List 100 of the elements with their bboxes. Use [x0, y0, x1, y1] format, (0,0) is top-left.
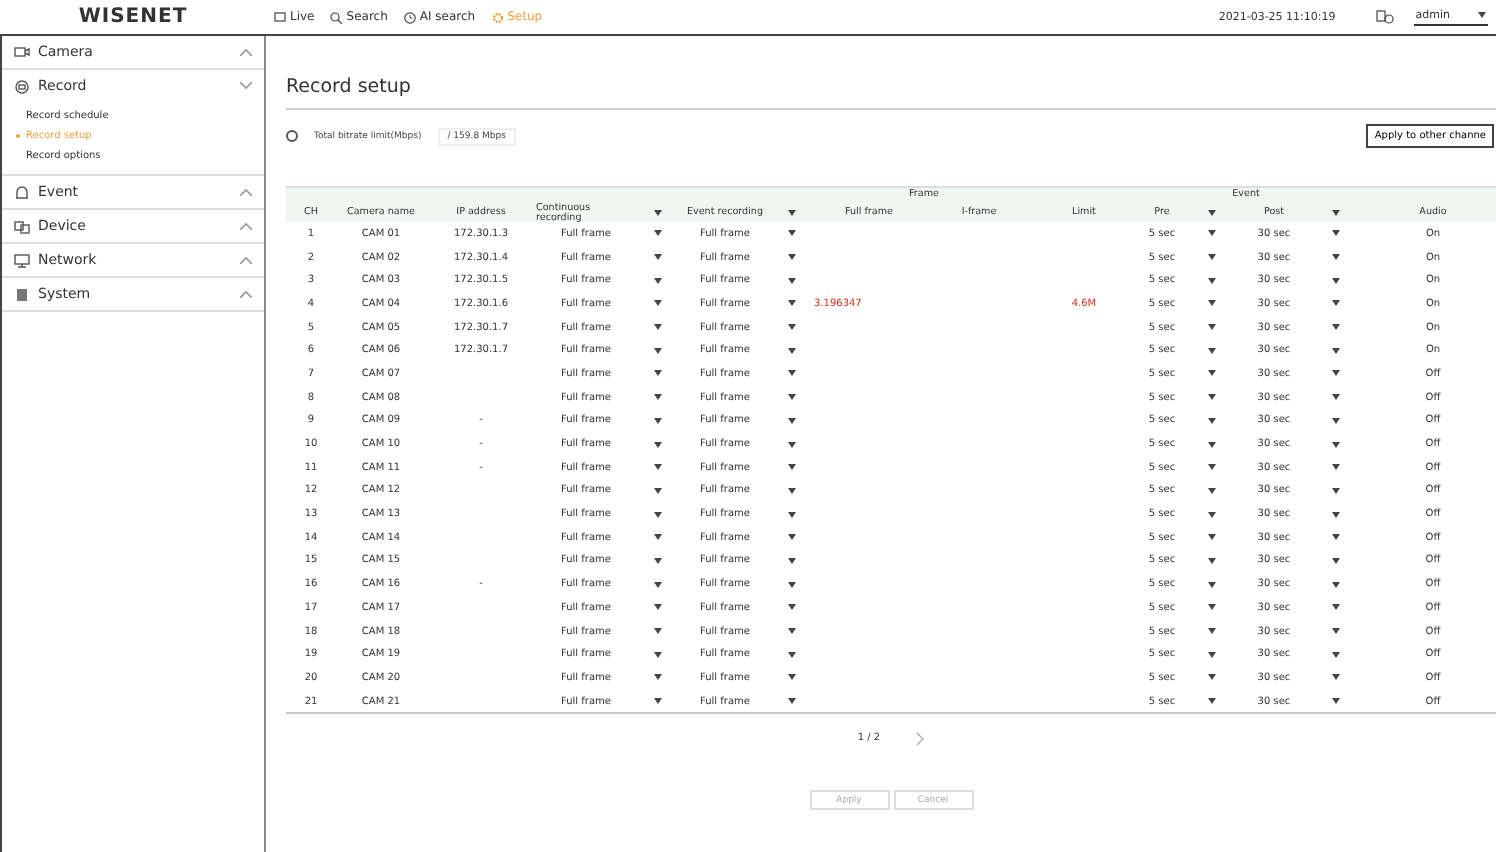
caret-icon [1332, 417, 1340, 424]
caret-icon [1208, 511, 1216, 518]
caret-icon [1208, 534, 1216, 541]
logo: WISENET [76, 6, 190, 28]
caret-icon [1332, 394, 1340, 401]
caret-icon [788, 674, 796, 681]
caret-icon [654, 674, 662, 681]
caret-icon [788, 557, 796, 564]
caret-icon [1332, 464, 1340, 471]
caret-icon [1208, 210, 1216, 216]
caret-icon [1332, 300, 1340, 307]
caret-icon [788, 417, 796, 424]
caret-icon [654, 464, 662, 471]
caret-icon [788, 347, 796, 354]
caret-icon [788, 698, 796, 705]
monitor-icon [274, 11, 286, 23]
page-title: Record setup [286, 36, 1496, 110]
caret-icon [788, 254, 796, 261]
settings-icon [491, 11, 504, 23]
caret-icon [788, 534, 796, 541]
caret-icon [1332, 651, 1340, 658]
caret-icon [788, 651, 796, 658]
caret-icon [654, 347, 662, 354]
caret-icon [1332, 254, 1340, 261]
chevron-icon [240, 222, 252, 230]
caret-icon [654, 487, 662, 494]
clock-icon [403, 11, 416, 23]
caret-icon [788, 604, 796, 611]
caret-icon [788, 511, 796, 518]
caret-icon [1208, 557, 1216, 564]
camera-icon [14, 46, 30, 58]
bell-icon [14, 185, 30, 199]
caret-icon [654, 651, 662, 658]
record-icon [14, 79, 30, 93]
caret-icon [654, 230, 662, 237]
caret-icon [1208, 487, 1216, 494]
caret-icon [1208, 254, 1216, 261]
caret-icon [1208, 370, 1216, 377]
radio-button[interactable] [286, 130, 298, 142]
caret-icon [1208, 698, 1216, 705]
caret-icon [654, 534, 662, 541]
caret-icon [788, 394, 796, 401]
caret-icon [1332, 324, 1340, 331]
caret-icon [1208, 324, 1216, 331]
caret-icon [1208, 277, 1216, 284]
system-icon [14, 287, 30, 301]
caret-icon [1478, 12, 1486, 18]
caret-icon [788, 628, 796, 635]
caret-icon [1208, 581, 1216, 588]
monitor-icon [14, 253, 30, 267]
caret-icon [654, 277, 662, 284]
chevron-icon [240, 290, 252, 298]
caret-icon [1332, 698, 1340, 705]
caret-icon [788, 441, 796, 448]
caret-icon [654, 324, 662, 331]
chevron-icon [240, 82, 252, 90]
caret-icon [1332, 441, 1340, 448]
search-icon [330, 11, 343, 23]
device-icon [14, 219, 30, 233]
caret-icon [1208, 674, 1216, 681]
chevron-icon [240, 188, 252, 196]
caret-icon [654, 557, 662, 564]
caret-icon [788, 300, 796, 307]
caret-icon [654, 511, 662, 518]
caret-icon [788, 230, 796, 237]
caret-icon [654, 441, 662, 448]
chevron-icon [240, 48, 252, 56]
caret-icon [788, 324, 796, 331]
caret-icon [788, 370, 796, 377]
caret-icon [1332, 604, 1340, 611]
caret-icon [1332, 628, 1340, 635]
caret-icon [1332, 370, 1340, 377]
caret-icon [654, 698, 662, 705]
caret-icon [654, 604, 662, 611]
caret-icon [654, 628, 662, 635]
caret-icon [1208, 230, 1216, 237]
caret-icon [654, 370, 662, 377]
caret-icon [1332, 230, 1340, 237]
caret-icon [1208, 394, 1216, 401]
caret-icon [788, 210, 796, 216]
caret-icon [788, 581, 796, 588]
caret-icon [1208, 441, 1216, 448]
user-icon[interactable] [1375, 10, 1394, 24]
caret-icon [788, 487, 796, 494]
caret-icon [654, 417, 662, 424]
caret-icon [788, 277, 796, 284]
caret-icon [1332, 581, 1340, 588]
caret-icon [654, 394, 662, 401]
caret-icon [654, 254, 662, 261]
caret-icon [1332, 347, 1340, 354]
caret-icon [1332, 210, 1340, 216]
caret-icon [1208, 347, 1216, 354]
caret-icon [1332, 534, 1340, 541]
caret-icon [1208, 464, 1216, 471]
caret-icon [1332, 674, 1340, 681]
caret-icon [788, 464, 796, 471]
caret-icon [1332, 511, 1340, 518]
caret-icon [1208, 417, 1216, 424]
caret-icon [654, 581, 662, 588]
caret-icon [654, 210, 662, 216]
